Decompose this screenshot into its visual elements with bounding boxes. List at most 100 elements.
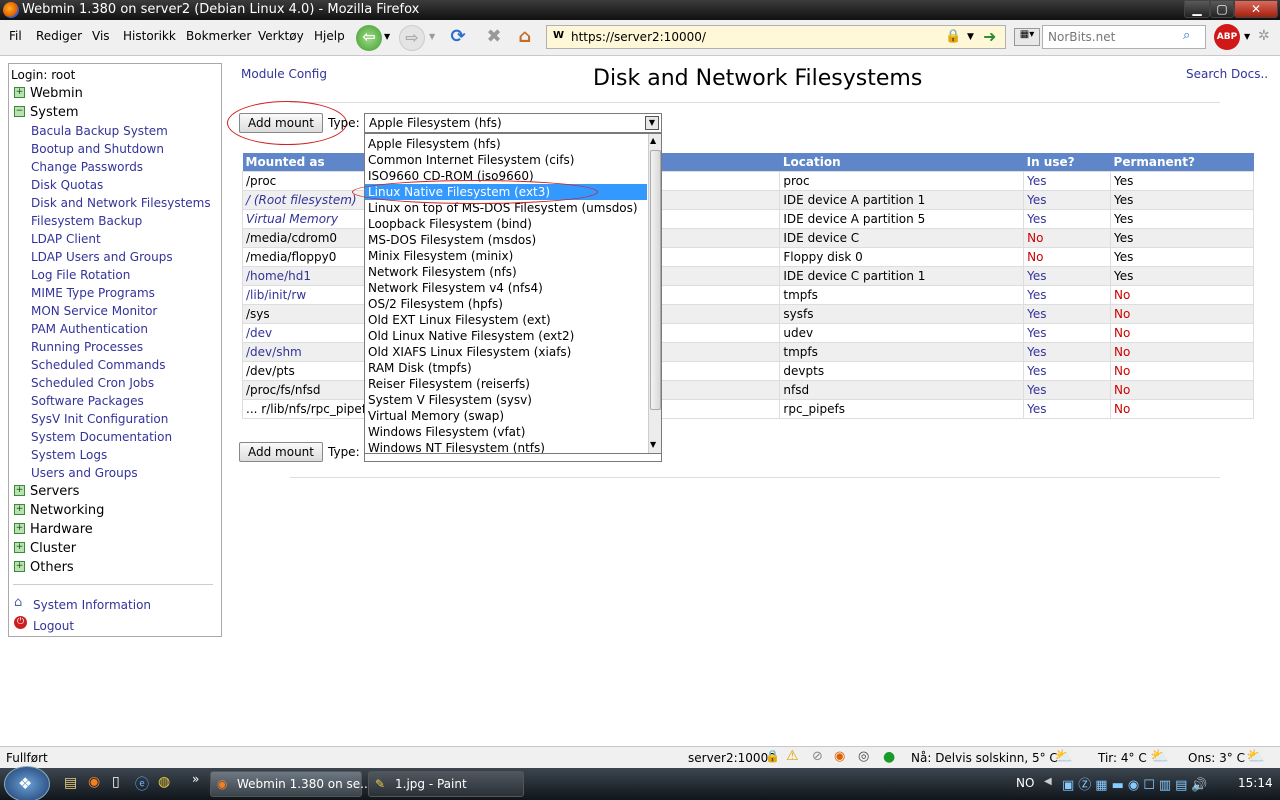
lock-icon[interactable]: 🔒 (765, 749, 780, 763)
adblock-menu-chevron-icon[interactable]: ▼ (1244, 32, 1250, 41)
back-history-chevron-icon[interactable]: ▼ (384, 32, 390, 41)
warning-icon[interactable]: ⚠ (786, 748, 799, 764)
go-icon[interactable]: ➜ (983, 27, 996, 46)
search-docs-link[interactable]: Search Docs.. (1186, 67, 1268, 81)
chevron-down-icon[interactable]: ▼ (645, 116, 659, 130)
sidebar-item[interactable]: Log File Rotation (31, 268, 130, 282)
dropdown-option[interactable]: RAM Disk (tmpfs) (365, 360, 647, 376)
category-cluster[interactable]: Cluster (30, 541, 76, 556)
more-quicklaunch-icon[interactable]: » (192, 772, 199, 786)
menu-rediger[interactable]: Rediger (36, 29, 82, 43)
sidebar-item[interactable]: LDAP Client (31, 232, 101, 246)
menu-bokmerker[interactable]: Bokmerker (186, 29, 251, 43)
system-tray-icons[interactable]: ▣Ⓩ▦▬◉☐▥▤🔊 (1062, 774, 1212, 793)
category-servers[interactable]: Servers (30, 484, 79, 499)
dropdown-option[interactable]: Windows Filesystem (vfat) (365, 424, 647, 440)
sidebar-item[interactable]: Running Processes (31, 340, 143, 354)
dropdown-scrollbar[interactable]: ▲ ▼ (648, 134, 661, 453)
type-select-top[interactable]: Apple Filesystem (hfs) ▼ (364, 113, 662, 133)
dropdown-option[interactable]: Reiser Filesystem (reiserfs) (365, 376, 647, 392)
firefox-quicklaunch-icon[interactable]: ◉ (88, 774, 100, 790)
minimize-button[interactable]: ▁ (1184, 0, 1210, 18)
sidebar-item[interactable]: Scheduled Cron Jobs (31, 376, 154, 390)
green-status-icon[interactable]: ● (883, 749, 895, 765)
forward-history-chevron-icon[interactable]: ▼ (429, 32, 435, 41)
logout-icon[interactable]: ⏻ (14, 616, 27, 629)
search-input[interactable]: NorBits.net ⌕ (1042, 25, 1206, 49)
close-button[interactable]: ✕ (1234, 0, 1278, 18)
sidebar-item[interactable]: System Documentation (31, 430, 172, 444)
search-icon[interactable]: ⌕ (1183, 28, 1190, 43)
menu-historikk[interactable]: Historikk (123, 29, 176, 43)
category-system[interactable]: System (30, 105, 78, 120)
start-button[interactable]: ❖ (4, 766, 50, 800)
forward-icon[interactable]: ⇨ (399, 25, 425, 51)
home-icon[interactable]: ⌂ (512, 25, 538, 51)
tray-expand-icon[interactable]: ◀ (1044, 776, 1052, 787)
site-identity-icon[interactable]: W (553, 30, 564, 41)
column-location[interactable]: Location (780, 153, 1024, 172)
app-icon[interactable]: ◍ (158, 774, 170, 790)
taskbar-item-paint[interactable]: ✎ 1.jpg - Paint (368, 771, 524, 797)
sidebar-item[interactable]: Bootup and Shutdown (31, 142, 164, 156)
dropdown-option[interactable]: Old XIAFS Linux Filesystem (xiafs) (365, 344, 647, 360)
collapse-minus-icon[interactable]: − (14, 106, 25, 117)
firefox-addon-icon[interactable]: ◉ (834, 749, 845, 764)
sidebar-item[interactable]: Disk and Network Filesystems (31, 196, 211, 210)
scroll-up-icon[interactable]: ▲ (650, 136, 656, 145)
menu-vis[interactable]: Vis (92, 29, 110, 43)
menu-fil[interactable]: Fil (9, 29, 22, 43)
url-dropdown-icon[interactable]: ▼ (967, 32, 974, 42)
clock[interactable]: 15:14 (1238, 776, 1273, 790)
logout-link[interactable]: Logout (33, 619, 74, 633)
ie-icon[interactable]: ⓔ (135, 774, 149, 794)
dropdown-option[interactable]: Network Filesystem v4 (nfs4) (365, 280, 647, 296)
sidebar-item[interactable]: MON Service Monitor (31, 304, 157, 318)
sidebar-item[interactable]: Users and Groups (31, 466, 138, 480)
sidebar-item[interactable]: Change Passwords (31, 160, 143, 174)
adblock-icon[interactable]: ABP (1214, 24, 1240, 50)
dropdown-option[interactable]: Old Linux Native Filesystem (ext2) (365, 328, 647, 344)
language-indicator[interactable]: NO (1016, 776, 1034, 790)
address-bar[interactable]: W https://server2:10000/ 🔒 ▼ ➜ (546, 25, 1006, 49)
weather-tue[interactable]: Tir: 4° C (1098, 751, 1147, 765)
column-permanent[interactable]: Permanent? (1111, 153, 1254, 172)
stop-icon[interactable]: ✖ (481, 25, 507, 51)
dropdown-option[interactable]: Minix Filesystem (minix) (365, 248, 647, 264)
sidebar-item[interactable]: Filesystem Backup (31, 214, 142, 228)
dropdown-option[interactable]: MS-DOS Filesystem (msdos) (365, 232, 647, 248)
dropdown-option[interactable]: Network Filesystem (nfs) (365, 264, 647, 280)
category-webmin[interactable]: Webmin (30, 86, 83, 101)
sidebar-item[interactable]: SysV Init Configuration (31, 412, 168, 426)
show-desktop-icon[interactable]: ▤ (64, 775, 77, 791)
dropdown-option[interactable]: Windows NT Filesystem (ntfs) (365, 440, 647, 453)
back-icon[interactable]: ⇦ (356, 25, 382, 51)
sidebar-item[interactable]: Disk Quotas (31, 178, 103, 192)
module-config-link[interactable]: Module Config (241, 67, 327, 81)
system-info-icon[interactable]: ⌂ (14, 595, 22, 610)
category-networking[interactable]: Networking (30, 503, 104, 518)
sidebar-item[interactable]: Scheduled Commands (31, 358, 166, 372)
taskbar-item-firefox[interactable]: ◉ Webmin 1.380 on se... (210, 771, 372, 797)
expand-plus-icon[interactable]: + (14, 504, 25, 515)
dropdown-option[interactable]: OS/2 Filesystem (hpfs) (365, 296, 647, 312)
dropdown-option[interactable]: Virtual Memory (swap) (365, 408, 647, 424)
sidebar-item[interactable]: Software Packages (31, 394, 144, 408)
expand-plus-icon[interactable]: + (14, 561, 25, 572)
sidebar-item[interactable]: LDAP Users and Groups (31, 250, 173, 264)
scrollbar-thumb[interactable] (650, 150, 661, 410)
weather-wed[interactable]: Ons: 3° C (1188, 751, 1245, 765)
lock-icon[interactable]: 🔒 (945, 29, 961, 44)
sidebar-item[interactable]: Bacula Backup System (31, 124, 168, 138)
search-engine-icon[interactable]: ▦▾ (1014, 28, 1040, 46)
document-icon[interactable]: ▯ (112, 774, 120, 790)
dropdown-option[interactable]: Loopback Filesystem (bind) (365, 216, 647, 232)
sidebar-item[interactable]: PAM Authentication (31, 322, 148, 336)
stop-script-icon[interactable]: ⊘ (812, 749, 823, 764)
scroll-down-icon[interactable]: ▼ (650, 440, 656, 449)
eye-icon[interactable]: ◎ (858, 749, 869, 764)
menu-hjelp[interactable]: Hjelp (314, 29, 345, 43)
expand-plus-icon[interactable]: + (14, 87, 25, 98)
expand-plus-icon[interactable]: + (14, 523, 25, 534)
add-mount-button-top[interactable]: Add mount (239, 113, 323, 133)
